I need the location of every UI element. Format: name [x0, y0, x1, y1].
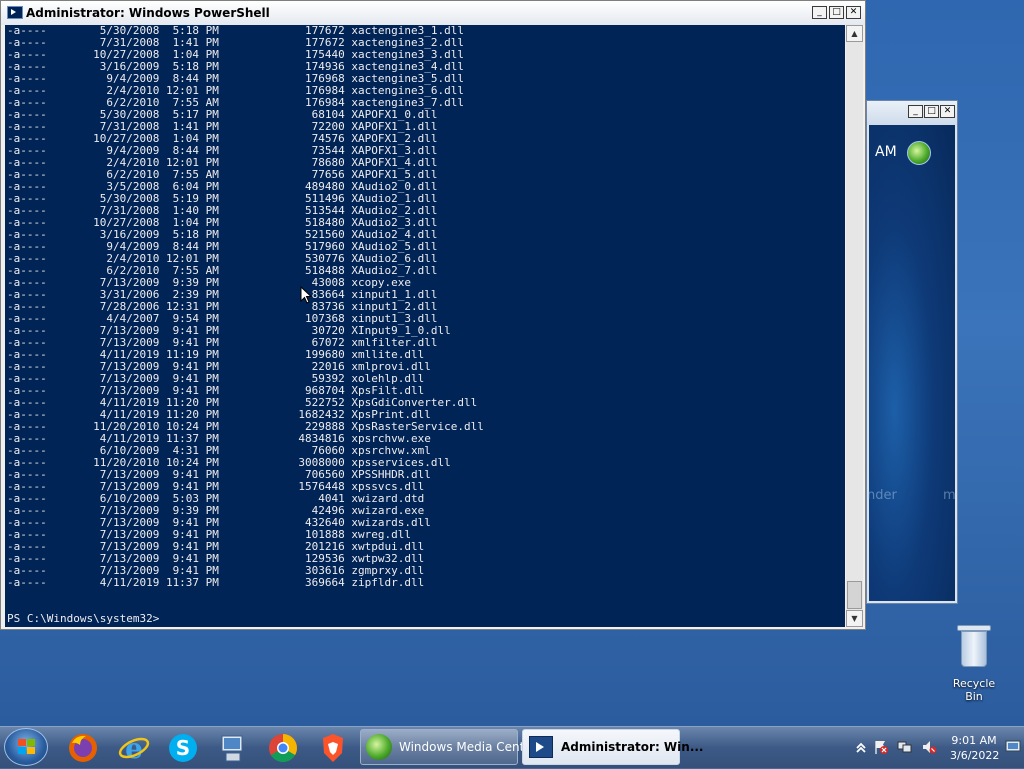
minimize-button[interactable]: _: [812, 6, 827, 19]
windows-logo-icon: [18, 739, 36, 756]
taskbar-button-label: Windows Media Center: [399, 740, 537, 754]
maximize-button[interactable]: □: [924, 105, 939, 118]
media-center-content: AM nder m: [867, 125, 956, 601]
command-prompt[interactable]: PS C:\Windows\system32>: [7, 613, 159, 625]
media-center-logo-icon: [907, 141, 931, 165]
skype-icon[interactable]: S: [166, 731, 200, 765]
media-center-menu-text: nder: [867, 488, 897, 503]
taskbar-button-media-center[interactable]: Windows Media Center: [360, 729, 537, 765]
taskbar-button-label: Administrator: Win...: [561, 740, 704, 754]
firefox-icon[interactable]: [66, 731, 100, 765]
recycle-bin-shortcut[interactable]: Recycle Bin: [944, 625, 1004, 703]
remote-desktop-icon[interactable]: [216, 731, 250, 765]
chrome-icon[interactable]: [266, 731, 300, 765]
media-center-icon: [366, 734, 392, 760]
minimize-button[interactable]: _: [908, 105, 923, 118]
svg-text:S: S: [176, 736, 190, 760]
show-hidden-icons-chevron-icon[interactable]: [853, 739, 869, 755]
media-center-clock: AM: [875, 144, 897, 160]
show-desktop-button[interactable]: [1004, 729, 1022, 765]
internet-explorer-icon[interactable]: e: [117, 731, 151, 765]
recycle-bin-icon: [957, 625, 991, 669]
scroll-down-arrow-icon[interactable]: ▼: [846, 610, 863, 627]
powershell-icon: [7, 6, 23, 19]
brave-icon[interactable]: [316, 731, 350, 765]
clock-time: 9:01 AM: [951, 734, 997, 747]
powershell-window[interactable]: Administrator: Windows PowerShell _ □ ✕ …: [0, 0, 866, 630]
powershell-icon: [529, 736, 553, 758]
vertical-scrollbar[interactable]: ▲ ▼: [846, 25, 863, 627]
close-button[interactable]: ✕: [846, 6, 861, 19]
action-center-flag-icon[interactable]: [873, 739, 889, 755]
system-clock[interactable]: 9:01 AM 3/6/2022: [950, 733, 1000, 763]
console-output[interactable]: -a---- 5/30/2008 5:18 PM 177672 xactengi…: [5, 25, 845, 627]
maximize-button[interactable]: □: [829, 6, 844, 19]
media-center-titlebar[interactable]: _ □ ✕: [867, 101, 957, 125]
media-center-window[interactable]: _ □ ✕ AM nder m: [866, 100, 958, 604]
volume-muted-icon[interactable]: [921, 739, 937, 755]
mouse-cursor-icon: [300, 286, 312, 304]
scroll-up-arrow-icon[interactable]: ▲: [846, 25, 863, 42]
taskbar: e S Windows Media Center Administrator: …: [0, 726, 1024, 768]
recycle-bin-label: Recycle Bin: [952, 677, 996, 703]
powershell-titlebar[interactable]: Administrator: Windows PowerShell _ □ ✕: [1, 1, 865, 25]
scrollbar-thumb[interactable]: [847, 581, 862, 609]
svg-text:e: e: [125, 732, 143, 765]
start-button[interactable]: [4, 728, 48, 766]
clock-date: 3/6/2022: [950, 749, 1000, 762]
taskbar-button-powershell[interactable]: Administrator: Win...: [522, 729, 704, 765]
directory-listing: -a---- 5/30/2008 5:18 PM 177672 xactengi…: [7, 25, 484, 589]
network-icon[interactable]: [897, 739, 913, 755]
close-button[interactable]: ✕: [940, 105, 955, 118]
window-title: Administrator: Windows PowerShell: [26, 6, 270, 20]
media-center-menu-text: m: [943, 488, 956, 503]
